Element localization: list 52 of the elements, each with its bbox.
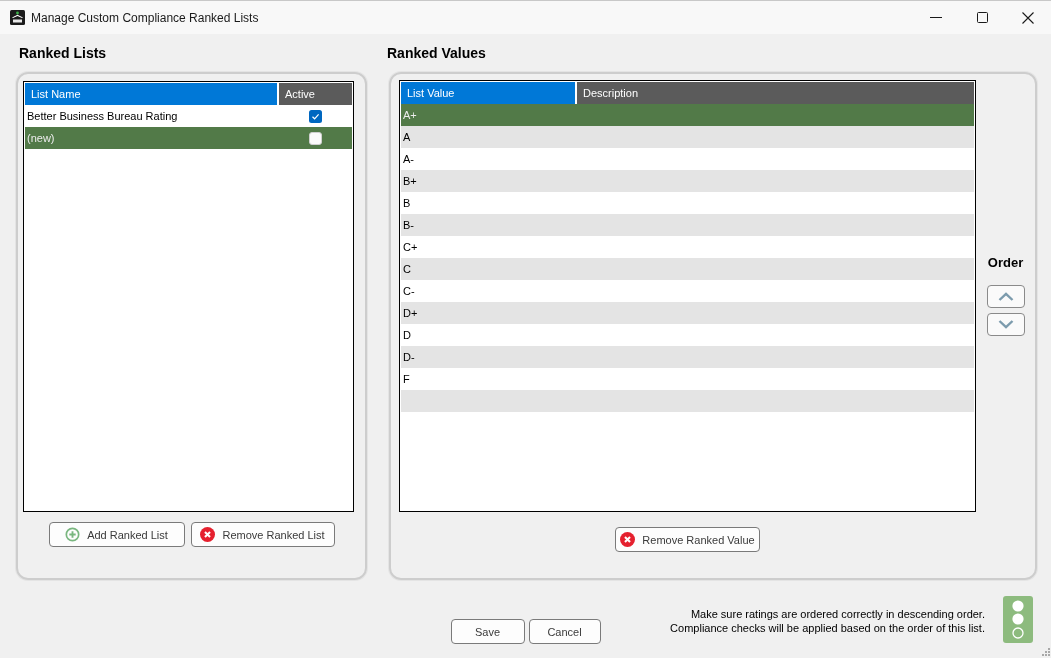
table-cell: (new) bbox=[27, 132, 55, 144]
order-label: Order bbox=[987, 255, 1024, 270]
add-button[interactable]: Add Ranked List bbox=[48, 522, 185, 547]
window-title: Manage Custom Compliance Ranked Lists bbox=[31, 10, 259, 25]
chevron-up-icon bbox=[997, 292, 1014, 301]
note-text: Compliance checks will be applied based on the order of this list. bbox=[670, 621, 985, 635]
table-cell: A+ bbox=[403, 109, 417, 121]
table-cell: B- bbox=[403, 219, 414, 231]
table-cell: C bbox=[403, 263, 411, 275]
resize-grip-icon[interactable] bbox=[1042, 648, 1050, 656]
note-text: Make sure ratings are ordered correctly in descending order. bbox=[690, 607, 985, 621]
x-circle-icon bbox=[200, 527, 216, 542]
table-row[interactable]: D- bbox=[401, 346, 974, 368]
table-cell: Better Business Bureau Rating bbox=[27, 110, 178, 122]
table-cell: C+ bbox=[403, 241, 418, 253]
table-row[interactable]: (new) bbox=[25, 127, 352, 149]
table-cell: D- bbox=[403, 351, 415, 363]
table-cell: B+ bbox=[403, 175, 417, 187]
plus-circle-icon bbox=[65, 527, 81, 542]
cancel-button[interactable]: Cancel bbox=[528, 619, 601, 644]
column-header[interactable]: List Value bbox=[401, 82, 575, 104]
table-row[interactable]: A bbox=[401, 126, 974, 148]
app-logo-icon bbox=[10, 10, 25, 25]
table-row[interactable]: B- bbox=[401, 214, 974, 236]
remove-button[interactable]: Remove Ranked List bbox=[190, 522, 335, 547]
table-cell: D+ bbox=[403, 307, 418, 319]
table-cell: A- bbox=[403, 153, 414, 165]
maximize-icon[interactable] bbox=[976, 12, 988, 23]
section-heading: Ranked Values bbox=[387, 45, 486, 62]
table-cell: D bbox=[403, 329, 411, 341]
checkbox[interactable] bbox=[309, 131, 322, 145]
remove-button[interactable]: Remove Ranked Value bbox=[615, 527, 760, 552]
column-header[interactable]: Description bbox=[577, 82, 974, 104]
table-cell: A bbox=[403, 131, 411, 143]
column-header[interactable]: List Name bbox=[25, 83, 277, 105]
checkbox[interactable] bbox=[309, 109, 322, 123]
x-circle-icon bbox=[620, 532, 636, 547]
table-row[interactable]: A+ bbox=[401, 104, 974, 126]
table-row[interactable]: C bbox=[401, 258, 974, 280]
column-header[interactable]: Active bbox=[279, 83, 352, 105]
table-row[interactable]: D+ bbox=[401, 302, 974, 324]
table-cell: C- bbox=[403, 285, 415, 297]
save-button[interactable]: Save bbox=[450, 619, 525, 644]
move-down-button[interactable] bbox=[986, 313, 1025, 336]
close-icon[interactable] bbox=[1022, 11, 1034, 24]
table-row[interactable]: B+ bbox=[401, 170, 974, 192]
section-heading: Ranked Lists bbox=[19, 45, 107, 62]
table-cell: B bbox=[403, 197, 411, 209]
table-cell: F bbox=[403, 373, 410, 385]
traffic-light-icon bbox=[1003, 596, 1033, 643]
move-up-button[interactable] bbox=[986, 285, 1025, 308]
chevron-down-icon bbox=[997, 320, 1014, 329]
